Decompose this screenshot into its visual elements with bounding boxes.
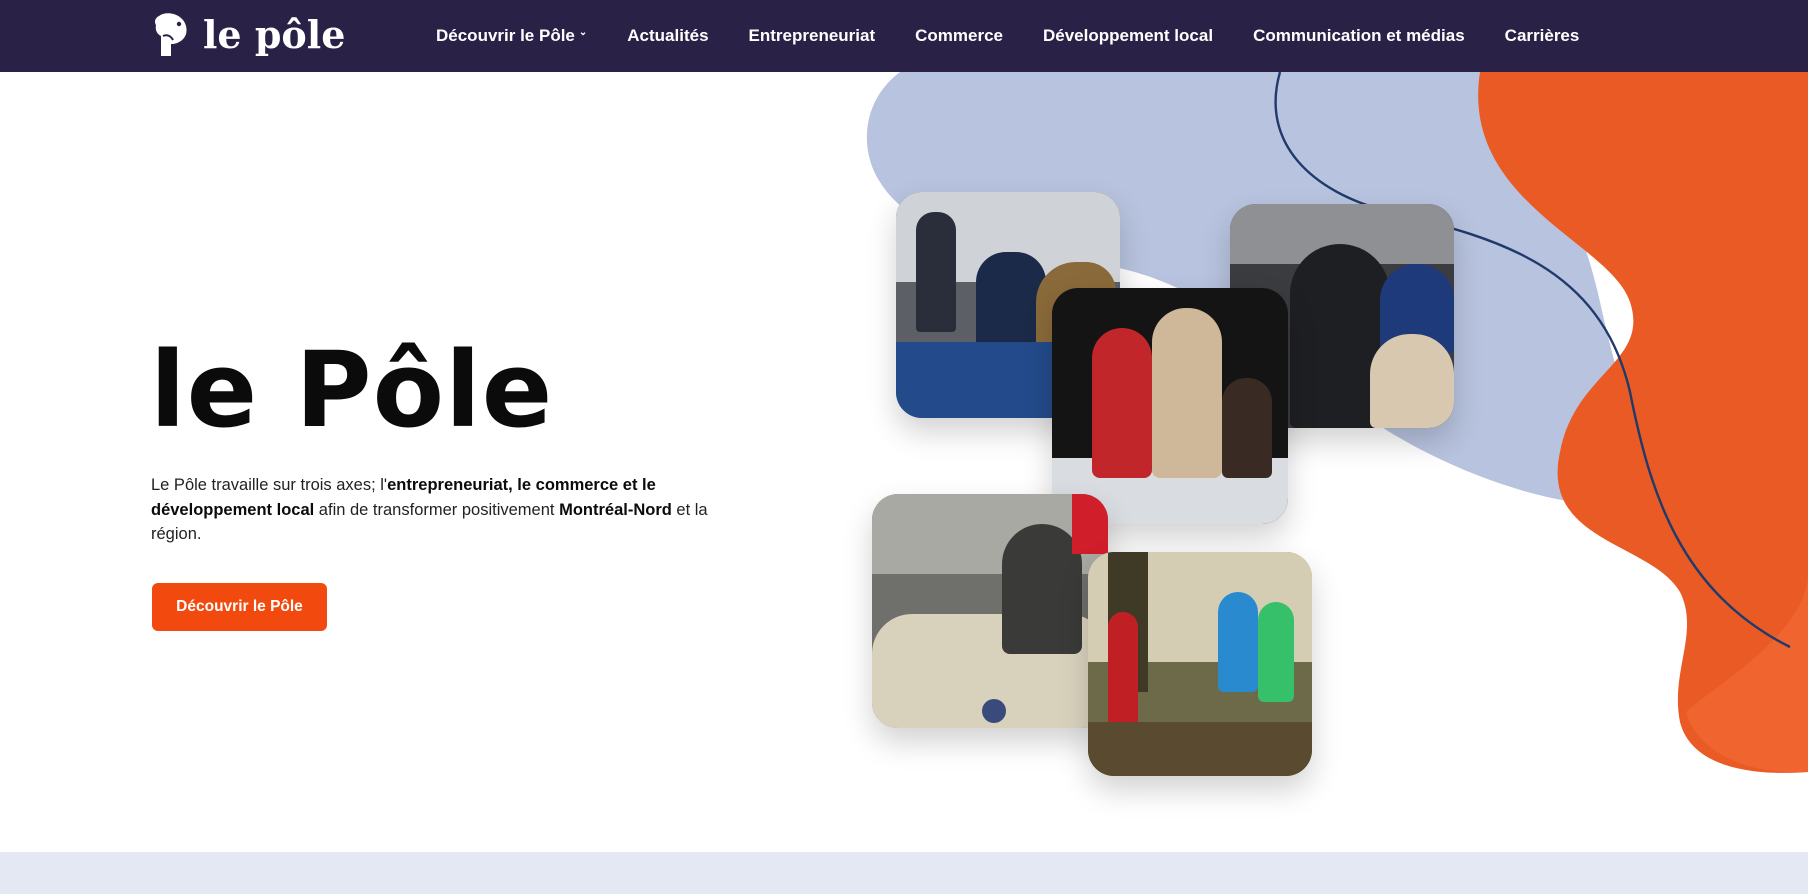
nav-item-communication-medias[interactable]: Communication et médias (1253, 26, 1465, 46)
nav-item-carrieres[interactable]: Carrières (1505, 26, 1580, 46)
hero-description-bold: Montréal-Nord (559, 500, 672, 519)
main-menu: Découvrir le Pôle ⌄ Actualités Entrepren… (436, 0, 1619, 72)
nav-item-label: Commerce (915, 26, 1003, 45)
nav-item-label: Carrières (1504, 26, 1580, 45)
polar-bear-logo-icon (155, 13, 187, 57)
discover-button[interactable]: Découvrir le Pôle (152, 583, 327, 631)
nav-item-actualites[interactable]: Actualités (627, 26, 708, 46)
site-logo[interactable]: le pôle (153, 12, 345, 58)
chevron-down-icon: ⌄ (578, 26, 588, 38)
nav-item-label: Actualités (627, 26, 709, 45)
hero-title: le Pôle (150, 329, 554, 451)
nav-item-commerce[interactable]: Commerce (915, 26, 1003, 46)
hero-description: Le Pôle travaille sur trois axes; l'entr… (151, 473, 731, 547)
brand-name: le pôle (203, 12, 346, 57)
nav-item-label: Communication et médias (1253, 26, 1465, 45)
nav-item-decouvrir[interactable]: Découvrir le Pôle ⌄ (436, 26, 587, 46)
nav-item-entrepreneuriat[interactable]: Entrepreneuriat (749, 26, 876, 46)
photo-mechanic (872, 494, 1108, 728)
photo-dancing (1052, 288, 1288, 524)
photo-outdoor-children (1088, 552, 1312, 776)
next-section-band (0, 852, 1808, 894)
nav-item-developpement-local[interactable]: Développement local (1043, 26, 1213, 46)
nav-item-label: Découvrir le Pôle (436, 26, 575, 45)
top-navigation-bar: le pôle Découvrir le Pôle ⌄ Actualités E… (0, 0, 1808, 72)
nav-item-label: Entrepreneuriat (748, 26, 876, 45)
hero-description-text: afin de transformer positivement (314, 500, 560, 519)
hero-description-text: Le Pôle travaille sur trois axes; l' (151, 476, 388, 494)
nav-item-label: Développement local (1043, 26, 1214, 45)
